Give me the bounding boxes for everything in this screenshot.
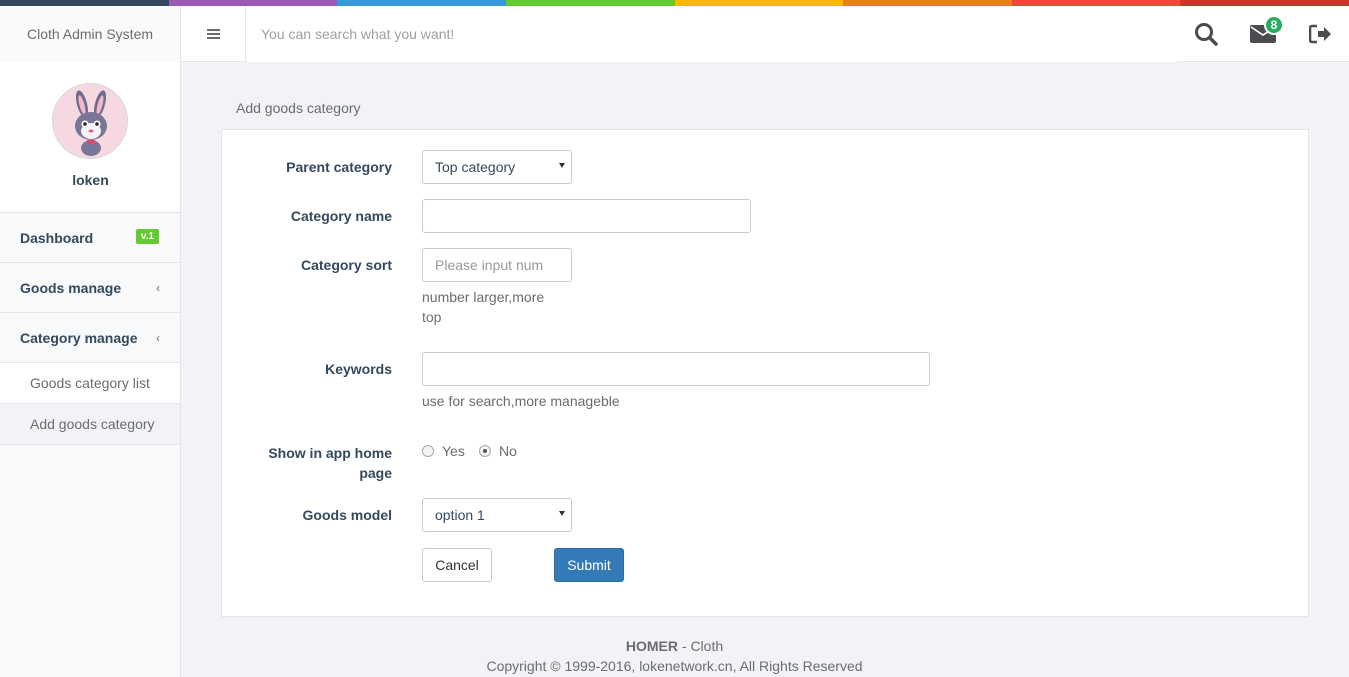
sidebar-item-goods-manage[interactable]: Goods manage ‹ (0, 263, 180, 313)
menu-icon (206, 29, 220, 39)
sidebar-item-category-manage[interactable]: Category manage ‹ (0, 313, 180, 363)
version-badge: v.1 (135, 229, 159, 244)
category-name-input[interactable] (422, 199, 751, 233)
keywords-input[interactable] (422, 352, 930, 386)
category-submenu: Goods category list Add goods category (0, 363, 180, 445)
sidebar-item-dashboard[interactable]: Dashboard v.1 (0, 213, 180, 263)
sidebar-item-label: Dashboard (20, 229, 94, 246)
radio-circle (422, 445, 434, 457)
show-in-home-label: Show in app home page (222, 443, 392, 483)
goods-model-label: Goods model (302, 507, 392, 523)
sidebar-subitem-goods-category-list[interactable]: Goods category list (0, 363, 180, 404)
show-no-radio[interactable]: No (479, 443, 517, 459)
footer-brand-suffix: - Cloth (678, 638, 724, 654)
category-sort-help: number larger,more top (422, 287, 544, 327)
mail-count-badge: 8 (1264, 15, 1284, 35)
form-panel: Parent category Top category Category na… (221, 129, 1309, 617)
show-yes-radio[interactable]: Yes (422, 443, 465, 459)
parent-category-label: Parent category (286, 159, 392, 175)
radio-label: No (499, 443, 517, 459)
sidebar: loken Dashboard v.1 Goods manage ‹ Categ… (0, 62, 181, 677)
category-sort-input[interactable] (422, 248, 572, 282)
sign-out-icon (1309, 24, 1331, 44)
help-text-line: number larger,more (422, 289, 545, 305)
page-title: Add goods category (236, 100, 361, 116)
parent-category-select[interactable]: Top category (422, 150, 572, 184)
username: loken (72, 172, 109, 188)
category-name-label: Category name (290, 208, 392, 224)
sidebar-subitem-add-goods-category[interactable]: Add goods category (0, 404, 180, 445)
sidebar-item-label: Category manage (20, 329, 138, 346)
logout-button[interactable] (1300, 6, 1340, 62)
sidebar-item-label: Goods manage (20, 279, 122, 296)
show-in-home-label-line: Show in app home (268, 445, 392, 461)
category-sort-label: Category sort (300, 257, 392, 273)
profile-panel: loken (0, 62, 180, 213)
goods-model-value: option 1 (435, 507, 485, 523)
radio-label: Yes (442, 443, 465, 459)
help-text-line: top (422, 309, 442, 325)
search-icon (1195, 23, 1218, 46)
app-brand[interactable]: Cloth Admin System (0, 6, 181, 62)
chevron-left-icon: ‹ (156, 331, 160, 345)
search-input[interactable] (247, 6, 1177, 62)
show-in-home-label-line: page (359, 465, 392, 481)
bunny-avatar-image (53, 84, 127, 158)
footer-brand: HOMER (625, 638, 678, 654)
parent-category-value: Top category (435, 159, 516, 175)
top-header: Cloth Admin System 8 (0, 6, 1349, 62)
footer: HOMER - Cloth Copyright © 1999-2016, lok… (0, 636, 1349, 676)
avatar[interactable] (52, 83, 128, 159)
caret-down-icon (559, 163, 565, 168)
mail-button[interactable]: 8 (1243, 6, 1284, 62)
menu-toggle-button[interactable] (181, 6, 246, 62)
caret-down-icon (559, 511, 565, 516)
keywords-help: use for search,more manageble (422, 393, 620, 409)
footer-copyright: Copyright © 1999-2016, lokenetwork.cn, A… (486, 658, 863, 674)
cancel-button[interactable]: Cancel (422, 548, 492, 582)
submit-button[interactable]: Submit (554, 548, 624, 582)
search-button[interactable] (1186, 6, 1226, 62)
goods-model-select[interactable]: option 1 (422, 498, 572, 532)
footer-brand-line: HOMER - Cloth (0, 636, 1349, 656)
chevron-left-icon: ‹ (156, 281, 160, 295)
radio-circle-checked (479, 445, 491, 457)
keywords-label: Keywords (325, 361, 392, 377)
